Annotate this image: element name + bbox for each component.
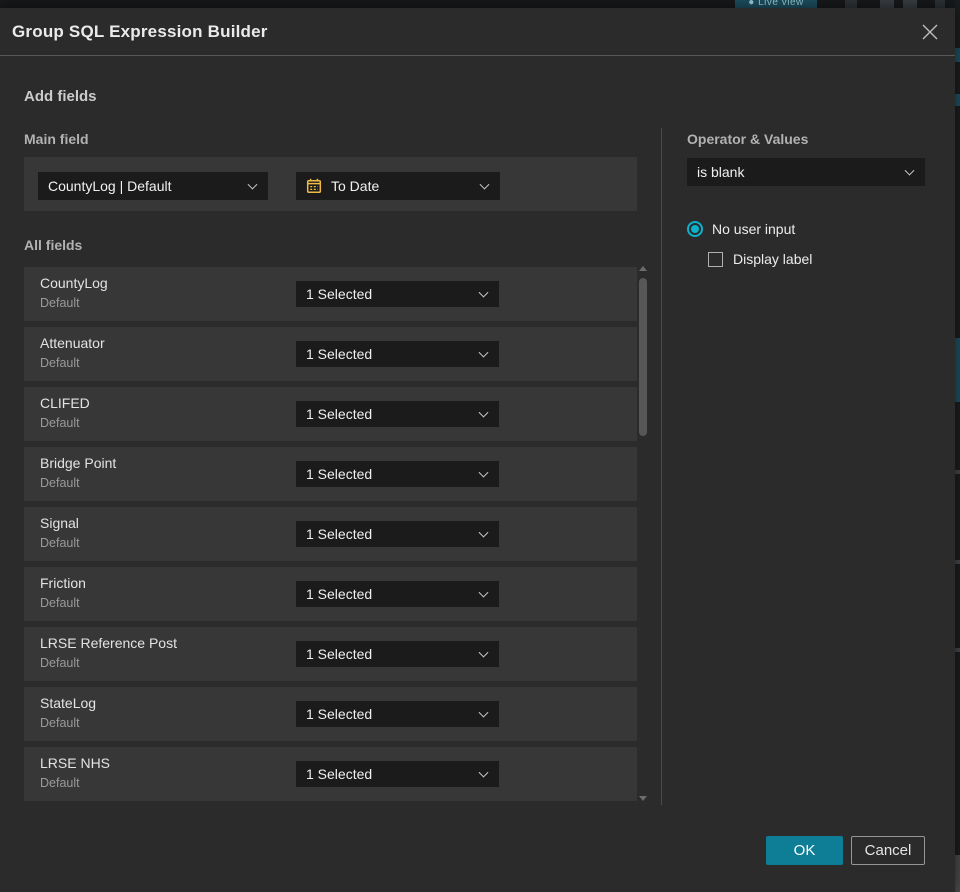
field-name: Signal xyxy=(40,515,79,531)
field-selected-value: 1 Selected xyxy=(306,646,373,662)
field-selected-value: 1 Selected xyxy=(306,706,373,722)
field-row: Friction Default 1 Selected xyxy=(24,567,637,621)
background-fragment xyxy=(955,470,960,474)
add-fields-heading: Add fields xyxy=(24,88,97,105)
field-row: Attenuator Default 1 Selected xyxy=(24,327,637,381)
display-label-label: Display label xyxy=(733,251,813,267)
main-date-select[interactable]: To Date xyxy=(296,172,500,200)
main-field-select-value: CountyLog | Default xyxy=(48,178,172,194)
background-app-strip: ● Live view xyxy=(0,0,960,8)
field-selected-dropdown[interactable]: 1 Selected xyxy=(296,401,499,427)
chevron-down-icon xyxy=(904,165,915,176)
main-field-heading: Main field xyxy=(24,131,89,147)
operator-select[interactable]: is blank xyxy=(687,158,925,186)
background-fragment xyxy=(955,560,960,564)
field-name: Attenuator xyxy=(40,335,105,351)
field-selected-dropdown[interactable]: 1 Selected xyxy=(296,641,499,667)
field-subtitle: Default xyxy=(40,656,80,670)
radio-selected-icon xyxy=(687,221,703,237)
scrollbar-up-arrow-icon[interactable] xyxy=(639,266,647,271)
chevron-down-icon xyxy=(478,407,489,418)
field-selected-dropdown[interactable]: 1 Selected xyxy=(296,521,499,547)
operator-values-heading: Operator & Values xyxy=(687,131,809,147)
background-icon-fragment xyxy=(845,0,857,8)
field-row: CountyLog Default 1 Selected xyxy=(24,267,637,321)
field-row: Signal Default 1 Selected xyxy=(24,507,637,561)
close-icon[interactable] xyxy=(921,23,939,41)
chevron-down-icon xyxy=(478,647,489,658)
no-user-input-label: No user input xyxy=(712,221,796,237)
chevron-down-icon xyxy=(478,347,489,358)
scrollbar-down-arrow-icon[interactable] xyxy=(639,796,647,801)
field-name: CLIFED xyxy=(40,395,90,411)
chevron-down-icon xyxy=(478,587,489,598)
fields-list-scrollbar[interactable] xyxy=(639,266,647,808)
background-icon-fragment xyxy=(903,0,917,8)
background-icon-fragment xyxy=(880,0,894,8)
panel-divider xyxy=(661,128,662,805)
chevron-down-icon xyxy=(247,179,258,190)
field-selected-value: 1 Selected xyxy=(306,586,373,602)
field-name: LRSE NHS xyxy=(40,755,111,771)
ok-button[interactable]: OK xyxy=(766,836,843,865)
scrollbar-thumb[interactable] xyxy=(639,278,647,436)
group-sql-expression-builder-dialog: Group SQL Expression Builder Add fields … xyxy=(0,8,955,892)
chevron-down-icon xyxy=(478,767,489,778)
operator-select-value: is blank xyxy=(697,164,745,180)
field-selected-value: 1 Selected xyxy=(306,346,373,362)
field-subtitle: Default xyxy=(40,476,80,490)
chevron-down-icon xyxy=(479,179,490,190)
field-selected-dropdown[interactable]: 1 Selected xyxy=(296,701,499,727)
background-fragment xyxy=(955,94,960,106)
dialog-header: Group SQL Expression Builder xyxy=(0,8,955,56)
calendar-icon xyxy=(306,178,322,194)
chevron-down-icon xyxy=(478,287,489,298)
field-subtitle: Default xyxy=(40,416,80,430)
field-selected-dropdown[interactable]: 1 Selected xyxy=(296,761,499,787)
chevron-down-icon xyxy=(478,707,489,718)
field-name: StateLog xyxy=(40,695,97,711)
field-subtitle: Default xyxy=(40,716,80,730)
field-row: LRSE Reference Post Default 1 Selected xyxy=(24,627,637,681)
field-selected-dropdown[interactable]: 1 Selected xyxy=(296,341,499,367)
background-fragment xyxy=(955,48,960,62)
field-selected-value: 1 Selected xyxy=(306,286,373,302)
field-row: StateLog Default 1 Selected xyxy=(24,687,637,741)
field-name: Bridge Point xyxy=(40,455,117,471)
field-selected-dropdown[interactable]: 1 Selected xyxy=(296,461,499,487)
chevron-down-icon xyxy=(478,467,489,478)
field-subtitle: Default xyxy=(40,536,80,550)
dialog-title: Group SQL Expression Builder xyxy=(12,22,268,41)
field-subtitle: Default xyxy=(40,776,80,790)
all-fields-heading: All fields xyxy=(24,237,83,253)
background-fragment xyxy=(955,855,960,892)
chevron-down-icon xyxy=(478,527,489,538)
cancel-button[interactable]: Cancel xyxy=(851,836,925,865)
field-selected-value: 1 Selected xyxy=(306,766,373,782)
field-subtitle: Default xyxy=(40,356,80,370)
no-user-input-radio[interactable]: No user input xyxy=(687,221,795,237)
field-selected-dropdown[interactable]: 1 Selected xyxy=(296,581,499,607)
background-fragment xyxy=(955,648,960,652)
main-date-select-value: To Date xyxy=(331,178,380,194)
background-app-edge xyxy=(955,0,960,892)
field-subtitle: Default xyxy=(40,596,80,610)
field-row: LRSE NHS Default 1 Selected xyxy=(24,747,637,801)
main-field-select[interactable]: CountyLog | Default xyxy=(38,172,268,200)
field-row: CLIFED Default 1 Selected xyxy=(24,387,637,441)
live-view-button[interactable]: ● Live view xyxy=(735,0,817,8)
field-selected-value: 1 Selected xyxy=(306,466,373,482)
background-icon-fragment xyxy=(935,0,945,8)
field-name: Friction xyxy=(40,575,86,591)
field-row: Bridge Point Default 1 Selected xyxy=(24,447,637,501)
field-selected-value: 1 Selected xyxy=(306,526,373,542)
field-name: CountyLog xyxy=(40,275,108,291)
field-selected-dropdown[interactable]: 1 Selected xyxy=(296,281,499,307)
checkbox-unchecked-icon xyxy=(708,251,723,267)
display-label-checkbox[interactable]: Display label xyxy=(708,251,812,267)
field-subtitle: Default xyxy=(40,296,80,310)
field-selected-value: 1 Selected xyxy=(306,406,373,422)
background-fragment xyxy=(955,338,960,402)
field-name: LRSE Reference Post xyxy=(40,635,177,651)
